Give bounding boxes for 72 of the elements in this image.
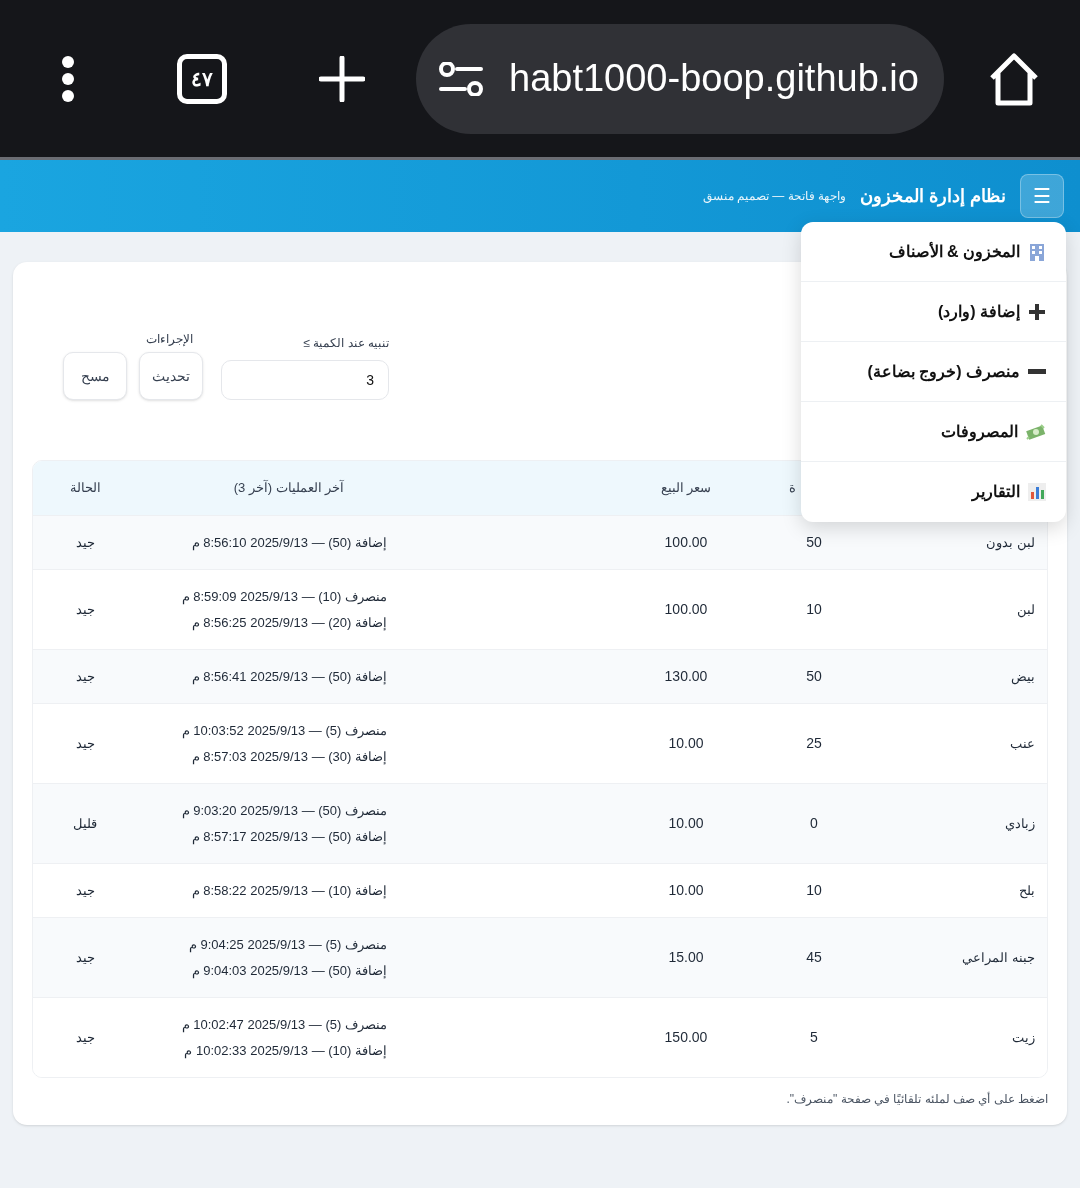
field-label: تنبيه عند الكمية ≥: [302, 335, 389, 352]
operation-entry: إضافة (50) — 2025/9/13 8:56:41 م: [190, 667, 387, 687]
table-cell: 50: [806, 668, 822, 684]
threshold-input[interactable]: 3: [221, 360, 389, 400]
table-cell: بيض: [1011, 668, 1035, 684]
address-bar[interactable]: habt1000-boop.github.io: [416, 23, 944, 134]
table-cell: جيد: [75, 668, 95, 684]
table-cell: 100.00: [664, 534, 708, 550]
operation-entry: إضافة (50) — 2025/9/13 8:56:10 م: [190, 533, 387, 553]
table-cell: 15.00: [668, 949, 704, 965]
operation-entry: إضافة (10) — 2025/9/13 10:02:33 م: [183, 1041, 387, 1061]
table-cell: جيد: [75, 949, 95, 965]
menu-item[interactable]: المصروفات: [801, 402, 1066, 462]
url-text: habt1000-boop.github.io: [509, 56, 919, 101]
table-cell: قليل: [73, 815, 97, 831]
column-header: آخر العمليات (آخر 3): [233, 480, 345, 496]
operation-entry: منصرف (10) — 2025/9/13 8:59:09 م: [180, 587, 387, 607]
table-cell: 10.00: [668, 882, 704, 898]
table-cell: زبادي: [1005, 815, 1035, 831]
menu-item[interactable]: منصرف (خروج بضاعة): [801, 342, 1066, 402]
operation-entry: إضافة (10) — 2025/9/13 8:58:22 م: [190, 881, 387, 901]
table-cell: جيد: [75, 1029, 95, 1045]
table-cell: 10.00: [668, 735, 704, 751]
table-cell: 10: [806, 882, 822, 898]
field-label: الإجراءات: [145, 331, 194, 348]
table-cell: 100.00: [664, 601, 708, 617]
table-cell: جبنه المراعي: [962, 949, 1035, 965]
operation-entry: إضافة (50) — 2025/9/13 8:57:17 م: [190, 827, 387, 847]
new-tab-icon[interactable]: [319, 55, 365, 102]
table-cell: لبن بدون: [986, 534, 1035, 550]
menu-item[interactable]: المخزون & الأصناف: [801, 222, 1066, 282]
table-cell: بلح: [1019, 882, 1035, 898]
operation-entry: منصرف (50) — 2025/9/13 9:03:20 م: [180, 801, 387, 821]
hint-text: اضغط على أي صف لملئه تلقائيًا في صفحة "منصرف".: [785, 1091, 1048, 1108]
action-button[interactable]: مسح: [63, 352, 127, 400]
minus-icon: [1028, 369, 1046, 374]
money-icon: [1026, 422, 1046, 441]
column-header: ة: [789, 480, 796, 496]
table-cell: عنب: [1010, 735, 1035, 751]
bar-chart-icon: [1028, 483, 1046, 501]
app-title: نظام إدارة المخزون: [860, 184, 1006, 209]
column-header: سعر البيع: [660, 480, 712, 496]
operation-entry: إضافة (30) — 2025/9/13 8:57:03 م: [190, 747, 387, 767]
plus-icon: [1028, 302, 1046, 321]
table-cell: 45: [806, 949, 822, 965]
table-cell: 150.00: [664, 1029, 708, 1045]
table-cell: 10: [806, 601, 822, 617]
app-subtitle: واجهة فاتحة — تصميم منسق: [702, 188, 846, 205]
table-cell: 130.00: [664, 668, 708, 684]
operation-entry: إضافة (20) — 2025/9/13 8:56:25 م: [190, 613, 387, 633]
table-cell: 10.00: [668, 815, 704, 831]
operation-entry: منصرف (5) — 2025/9/13 10:02:47 م: [180, 1015, 387, 1035]
table-cell: جيد: [75, 601, 95, 617]
tab-count-button[interactable]: ٤٧: [177, 53, 227, 104]
table-cell: 50: [806, 534, 822, 550]
table-cell: جيد: [75, 882, 95, 898]
menu-item[interactable]: إضافة (وارد): [801, 282, 1066, 342]
action-button[interactable]: تحديث: [139, 352, 203, 400]
table-cell: جيد: [75, 735, 95, 751]
building-icon: [1028, 242, 1046, 261]
operation-entry: منصرف (5) — 2025/9/13 9:04:25 م: [187, 935, 387, 955]
operation-entry: منصرف (5) — 2025/9/13 10:03:52 م: [180, 721, 387, 741]
column-header: الحالة: [69, 480, 101, 496]
table-cell: لبن: [1017, 601, 1035, 617]
site-settings-icon[interactable]: [439, 61, 483, 96]
table-cell: 5: [810, 1029, 818, 1045]
table-cell: جيد: [75, 534, 95, 550]
table-cell: 0: [810, 815, 818, 831]
operation-entry: إضافة (50) — 2025/9/13 9:04:03 م: [190, 961, 387, 981]
more-options-icon[interactable]: [60, 54, 76, 103]
table-cell: 25: [806, 735, 822, 751]
table-cell: زيت: [1012, 1029, 1035, 1045]
